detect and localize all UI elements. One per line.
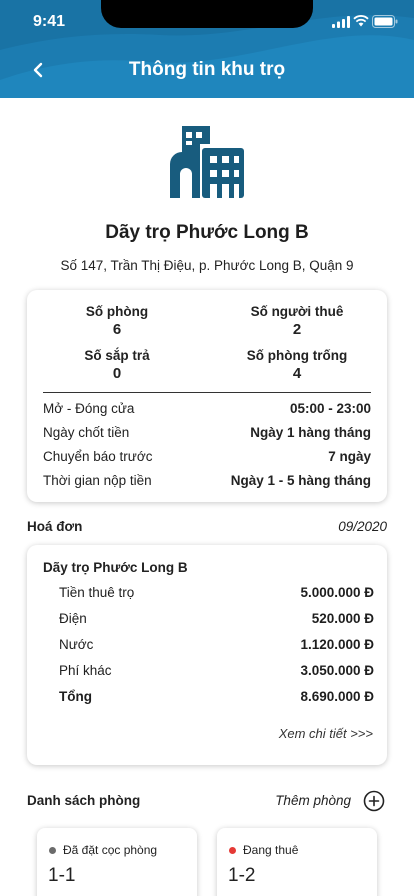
stat-rooms-label: Số phòng (85, 304, 149, 319)
stat-tenants-value: 2 (292, 321, 302, 338)
invoice-total-row: Tổng 8.690.000 Đ (59, 689, 374, 704)
room-status-text: Đã đặt cọc phòng (63, 843, 158, 857)
invoice-item-label: Điện (59, 611, 87, 626)
invoice-total-amount: 8.690.000 Đ (300, 689, 374, 704)
room-status: Đang thuê (229, 843, 298, 857)
rooms-section-label: Danh sách phòng (27, 793, 141, 808)
invoice-item-label: Nước (59, 637, 94, 652)
app-header: 9:41 Thông tin khu trọ (0, 0, 414, 98)
detail-value: 05:00 - 23:00 (289, 401, 371, 416)
detail-row-hours: Mở - Đóng cửa 05:00 - 23:00 (43, 401, 371, 416)
info-divider (43, 392, 371, 393)
room-card[interactable]: Đang thuê 1-2 (217, 828, 377, 896)
invoice-total-label: Tổng (59, 689, 92, 704)
detail-value: Ngày 1 hàng tháng (250, 425, 371, 440)
detail-row-closing-date: Ngày chốt tiền Ngày 1 hàng tháng (43, 425, 371, 440)
stat-vacant-value: 4 (292, 365, 302, 382)
stat-leaving-value: 0 (112, 365, 122, 382)
wifi-icon (353, 15, 369, 27)
detail-label: Chuyển báo trước (43, 449, 153, 464)
invoice-title: Dãy trọ Phước Long B (43, 560, 188, 575)
battery-icon (372, 15, 398, 28)
invoice-card[interactable]: Dãy trọ Phước Long B Tiền thuê trọ 5.000… (27, 545, 387, 765)
invoice-item-label: Tiền thuê trọ (59, 585, 135, 600)
status-dot-icon (49, 846, 56, 854)
invoice-item-amount: 5.000.000 Đ (300, 585, 374, 600)
add-room-label[interactable]: Thêm phòng (275, 793, 351, 808)
page-title: Thông tin khu trọ (128, 59, 286, 80)
add-circle-icon[interactable] (363, 790, 385, 812)
signal-icon (332, 16, 350, 28)
invoice-section-label: Hoá đơn (27, 519, 83, 534)
invoice-row: Nước 1.120.000 Đ (59, 637, 374, 652)
invoice-item-amount: 1.120.000 Đ (300, 637, 374, 652)
building-icon (170, 126, 244, 198)
room-status-text: Đang thuê (243, 843, 299, 857)
room-number: 1-1 (48, 865, 76, 886)
invoice-row: Tiền thuê trọ 5.000.000 Đ (59, 585, 374, 600)
room-card[interactable]: Đã đặt cọc phòng 1-1 (37, 828, 197, 896)
invoice-period: 09/2020 (338, 519, 387, 534)
property-address: Số 147, Trần Thị Điệu, p. Phước Long B, … (60, 258, 354, 273)
invoice-item-label: Phí khác (59, 663, 112, 678)
room-status: Đã đặt cọc phòng (49, 843, 157, 857)
detail-label: Thời gian nộp tiền (43, 473, 152, 488)
invoice-row: Phí khác 3.050.000 Đ (59, 663, 374, 678)
property-info-card: Số phòng 6 Số người thuê 2 Số sắp trả 0 … (27, 290, 387, 502)
detail-row-payment-time: Thời gian nộp tiền Ngày 1 - 5 hàng tháng (43, 473, 371, 488)
invoice-item-amount: 3.050.000 Đ (300, 663, 374, 678)
detail-row-notice: Chuyển báo trước 7 ngày (43, 449, 371, 464)
device-notch (101, 0, 313, 28)
stat-leaving-label: Số sắp trả (84, 348, 150, 363)
invoice-row: Điện 520.000 Đ (59, 611, 374, 626)
stat-tenants-label: Số người thuê (250, 304, 344, 319)
detail-value: Ngày 1 - 5 hàng tháng (230, 473, 371, 488)
stat-vacant: Số phòng trống 4 (207, 348, 387, 382)
room-number: 1-2 (228, 865, 256, 886)
stat-leaving: Số sắp trả 0 (27, 348, 207, 382)
detail-label: Mở - Đóng cửa (43, 401, 135, 416)
status-bar: 9:41 (0, 0, 414, 44)
stat-rooms: Số phòng 6 (27, 304, 207, 338)
status-dot-icon (229, 846, 236, 854)
stat-tenants: Số người thuê 2 (207, 304, 387, 338)
view-detail-link[interactable]: Xem chi tiết >>> (279, 726, 373, 741)
detail-value: 7 ngày (328, 449, 371, 464)
detail-label: Ngày chốt tiền (43, 425, 130, 440)
property-name: Dãy trọ Phước Long B (105, 222, 309, 243)
stat-rooms-value: 6 (112, 321, 122, 338)
stat-vacant-label: Số phòng trống (246, 348, 348, 363)
status-time: 9:41 (33, 13, 66, 30)
invoice-item-amount: 520.000 Đ (311, 611, 374, 626)
